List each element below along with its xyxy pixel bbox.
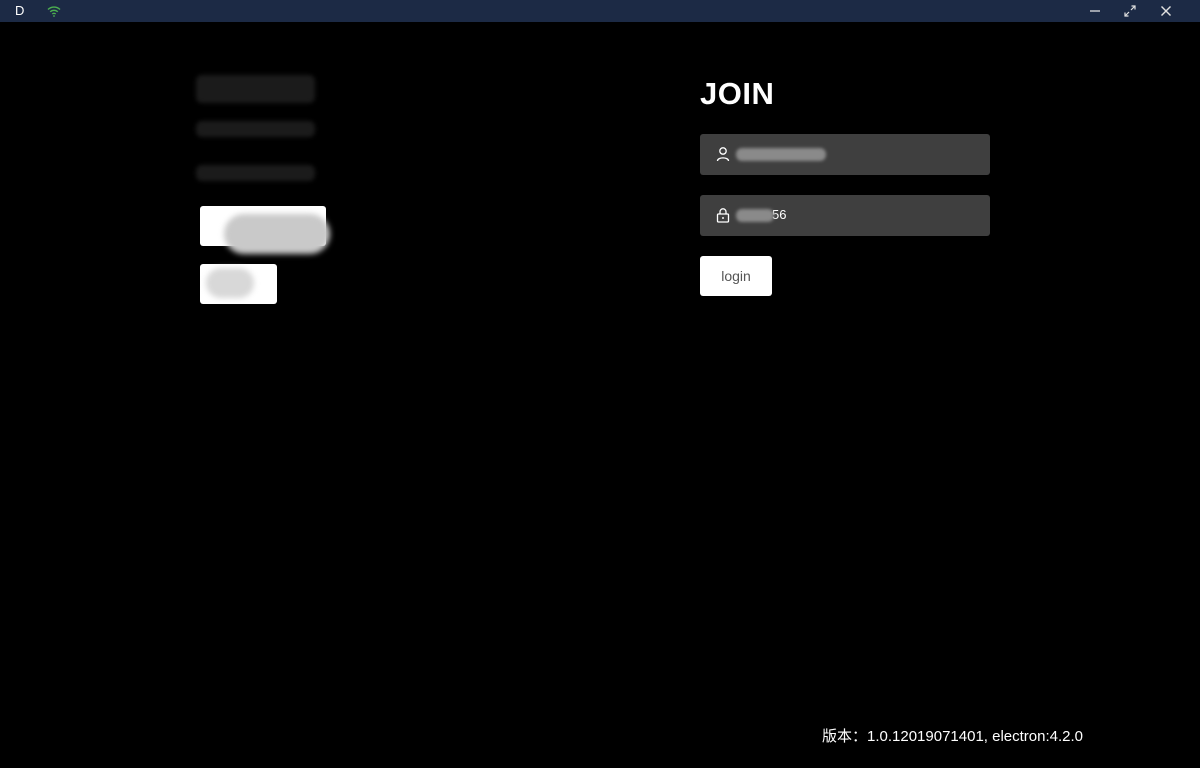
title-bar: D (0, 0, 1200, 22)
lock-icon (715, 207, 731, 223)
redacted-text (196, 121, 315, 137)
close-button[interactable] (1151, 0, 1181, 22)
user-icon (715, 146, 731, 162)
redaction-mark (224, 214, 330, 254)
redacted-text (196, 165, 315, 181)
redaction-mark (736, 148, 826, 161)
login-button[interactable]: login (700, 256, 772, 296)
redaction-mark (206, 268, 254, 298)
wifi-icon (47, 4, 61, 17)
redaction-mark (736, 209, 774, 222)
username-field[interactable] (700, 134, 990, 175)
maximize-icon (1123, 4, 1137, 18)
version-text: 版本：1.0.12019071401, electron:4.2.0 (822, 728, 1084, 745)
close-icon (1160, 5, 1172, 17)
minimize-icon (1089, 5, 1101, 17)
minimize-button[interactable] (1080, 0, 1110, 22)
password-field[interactable]: 56 (700, 195, 990, 236)
password-value: 56 (772, 207, 787, 222)
redacted-title (196, 75, 315, 103)
page-title: JOIN (700, 76, 775, 111)
maximize-button[interactable] (1115, 0, 1145, 22)
app-title: D (15, 3, 25, 18)
